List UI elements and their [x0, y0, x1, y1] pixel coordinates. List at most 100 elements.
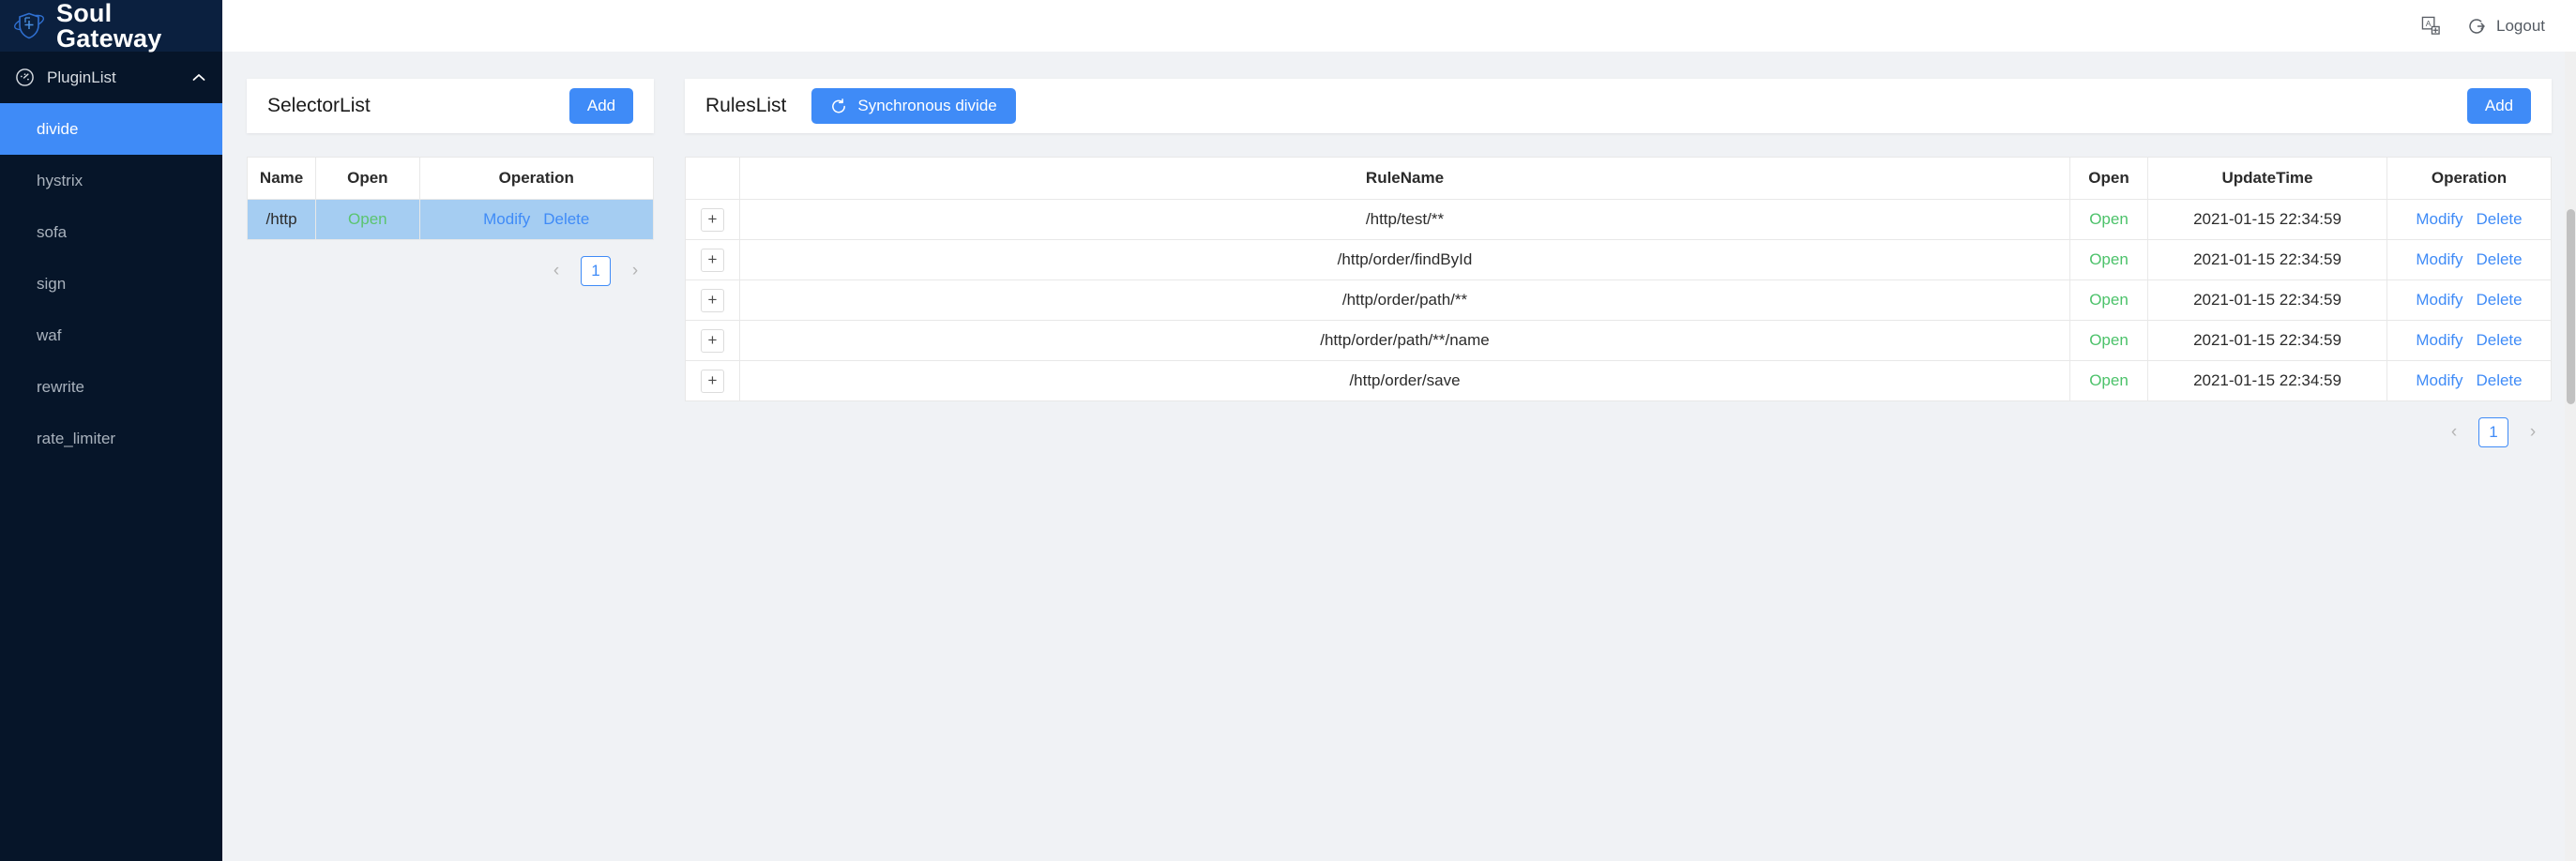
modify-link[interactable]: Modify — [2416, 371, 2462, 390]
table-row[interactable]: + /http/order/path/**/name Open 2021-01-… — [685, 320, 2552, 361]
cell-name: /http — [246, 199, 317, 240]
refresh-icon — [830, 98, 848, 115]
main-area: A Logout SelectorList Add Name Open Oper… — [222, 0, 2576, 861]
selector-pagination: ‹ 1 › — [247, 240, 654, 286]
table-row[interactable]: /http Open Modify Delete — [246, 199, 654, 240]
dashboard-icon — [15, 68, 35, 87]
pagination-prev-button[interactable]: ‹ — [541, 256, 571, 286]
pagination-page-1[interactable]: 1 — [2478, 417, 2508, 447]
sidebar: Soul Gateway PluginList divide hystrix s… — [0, 0, 222, 861]
column-header-name: Name — [246, 157, 317, 200]
cell-operation: Modify Delete — [2387, 360, 2552, 401]
chevron-up-icon[interactable] — [192, 73, 205, 82]
column-header-updatetime: UpdateTime — [2147, 157, 2387, 200]
expand-row-button[interactable]: + — [701, 288, 724, 312]
cell-expand: + — [685, 199, 740, 240]
modify-link[interactable]: Modify — [2416, 250, 2462, 269]
sidebar-item-label: rate_limiter — [37, 429, 116, 447]
cell-rulename: /http/order/path/**/name — [739, 320, 2070, 361]
pagination-prev-button[interactable]: ‹ — [2439, 417, 2469, 447]
logout-button[interactable]: Logout — [2469, 17, 2545, 36]
selector-table-head: Name Open Operation — [246, 157, 654, 200]
expand-row-button[interactable]: + — [701, 328, 724, 353]
rules-table: RuleName Open UpdateTime Operation + /ht… — [685, 157, 2552, 401]
sidebar-item-label: sofa — [37, 222, 68, 241]
sidebar-item-waf[interactable]: waf — [0, 310, 222, 361]
delete-link[interactable]: Delete — [543, 210, 589, 229]
modify-link[interactable]: Modify — [2416, 331, 2462, 350]
table-row[interactable]: + /http/order/path/** Open 2021-01-15 22… — [685, 279, 2552, 321]
sidebar-item-sign[interactable]: sign — [0, 258, 222, 310]
column-header-expand — [685, 157, 740, 200]
selector-table: Name Open Operation /http Open Modify De… — [246, 157, 654, 240]
brand-title: Soul Gateway — [56, 0, 162, 53]
cell-updatetime: 2021-01-15 22:34:59 — [2147, 199, 2387, 240]
delete-link[interactable]: Delete — [2476, 210, 2522, 229]
selector-panel: SelectorList Add Name Open Operation /ht… — [246, 79, 654, 286]
column-header-open: Open — [315, 157, 420, 200]
sidebar-item-divide[interactable]: divide — [0, 103, 222, 155]
cell-open-status: Open — [2069, 360, 2148, 401]
cell-operation: Modify Delete — [418, 199, 654, 240]
cell-operation: Modify Delete — [2387, 239, 2552, 280]
page-scrollbar[interactable] — [2565, 52, 2576, 861]
cell-operation: Modify Delete — [2387, 199, 2552, 240]
delete-link[interactable]: Delete — [2476, 371, 2522, 390]
selector-table-body: /http Open Modify Delete — [246, 199, 654, 240]
rules-title: RulesList — [705, 95, 787, 116]
sidebar-item-sofa[interactable]: sofa — [0, 206, 222, 258]
brand-header[interactable]: Soul Gateway — [0, 0, 222, 52]
synchronous-divide-label: Synchronous divide — [857, 97, 997, 114]
rules-table-head: RuleName Open UpdateTime Operation — [685, 157, 2552, 200]
content-area: SelectorList Add Name Open Operation /ht… — [222, 52, 2576, 861]
modify-link[interactable]: Modify — [483, 210, 530, 229]
rules-add-button[interactable]: Add — [2467, 88, 2531, 124]
sidebar-item-label: sign — [37, 274, 67, 293]
operation-links: Modify Delete — [2416, 291, 2522, 310]
top-bar: A Logout — [222, 0, 2576, 52]
cell-open-status: Open — [2069, 320, 2148, 361]
translate-icon: A — [2421, 16, 2441, 36]
table-row[interactable]: + /http/order/save Open 2021-01-15 22:34… — [685, 360, 2552, 401]
synchronous-divide-button[interactable]: Synchronous divide — [811, 88, 1016, 124]
cell-open-status: Open — [2069, 239, 2148, 280]
expand-row-button[interactable]: + — [701, 248, 724, 272]
modify-link[interactable]: Modify — [2416, 291, 2462, 310]
cell-updatetime: 2021-01-15 22:34:59 — [2147, 279, 2387, 321]
sidebar-item-label: divide — [37, 119, 79, 138]
delete-link[interactable]: Delete — [2476, 331, 2522, 350]
delete-link[interactable]: Delete — [2476, 250, 2522, 269]
scrollbar-thumb[interactable] — [2567, 209, 2575, 404]
sidebar-item-rate-limiter[interactable]: rate_limiter — [0, 413, 222, 464]
svg-text:A: A — [2426, 19, 2432, 28]
cell-expand: + — [685, 360, 740, 401]
expand-row-button[interactable]: + — [701, 369, 724, 393]
sidebar-item-label: waf — [37, 325, 62, 344]
language-switch-button[interactable]: A — [2421, 16, 2441, 36]
cell-expand: + — [685, 239, 740, 280]
cell-updatetime: 2021-01-15 22:34:59 — [2147, 360, 2387, 401]
expand-row-button[interactable]: + — [701, 207, 724, 232]
logout-icon — [2469, 17, 2488, 36]
cell-open-status: Open — [2069, 279, 2148, 321]
table-header-row: Name Open Operation — [246, 157, 654, 200]
selector-add-button[interactable]: Add — [569, 88, 633, 124]
delete-link[interactable]: Delete — [2476, 291, 2522, 310]
sidebar-item-label: hystrix — [37, 171, 83, 189]
table-row[interactable]: + /http/order/findById Open 2021-01-15 2… — [685, 239, 2552, 280]
cell-updatetime: 2021-01-15 22:34:59 — [2147, 239, 2387, 280]
pagination-next-button[interactable]: › — [620, 256, 650, 286]
cell-rulename: /http/test/** — [739, 199, 2070, 240]
sidebar-item-rewrite[interactable]: rewrite — [0, 361, 222, 413]
sidebar-group-label: PluginList — [47, 68, 116, 86]
pagination-next-button[interactable]: › — [2518, 417, 2548, 447]
sidebar-group-pluginlist[interactable]: PluginList — [0, 52, 222, 103]
cell-rulename: /http/order/findById — [739, 239, 2070, 280]
table-row[interactable]: + /http/test/** Open 2021-01-15 22:34:59… — [685, 199, 2552, 240]
modify-link[interactable]: Modify — [2416, 210, 2462, 229]
rules-card-header: RulesList Synchronous divide Add — [685, 79, 2552, 133]
sidebar-item-hystrix[interactable]: hystrix — [0, 155, 222, 206]
column-header-operation: Operation — [2387, 157, 2552, 200]
pagination-page-1[interactable]: 1 — [581, 256, 611, 286]
column-header-open: Open — [2069, 157, 2148, 200]
